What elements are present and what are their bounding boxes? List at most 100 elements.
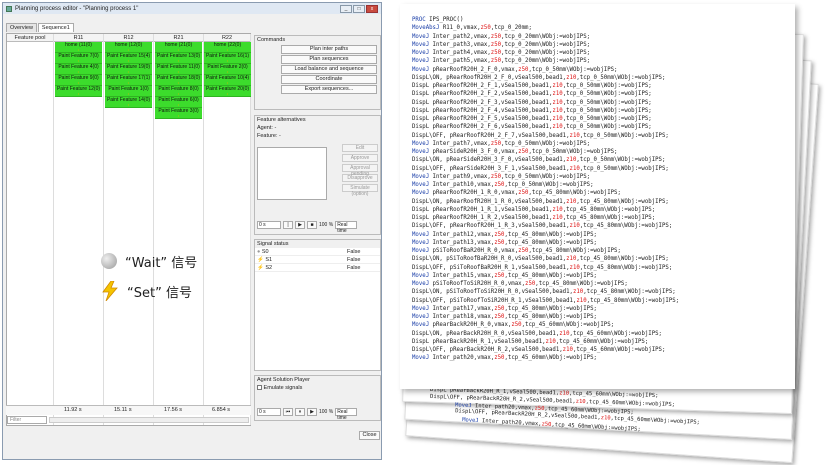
plan-sequences-button[interactable]: Plan sequences bbox=[281, 55, 377, 64]
signal-dot-icon: • bbox=[177, 47, 180, 52]
signal-dot-icon: • bbox=[77, 47, 80, 52]
sequence-cell[interactable]: Paint Feature 14(0) • bbox=[105, 97, 152, 108]
sequence-cell[interactable]: home (22(0) • bbox=[204, 42, 251, 53]
legend-set-label: “Set” 信号 bbox=[127, 285, 192, 301]
signal-dot-icon: • bbox=[177, 91, 180, 96]
column-r21: R21 home (21(0) • Paint Feature 13(0) • Pain… bbox=[154, 34, 204, 425]
agent-mode-select[interactable]: Real time bbox=[335, 408, 358, 421]
agent-play-button[interactable]: ▶ bbox=[307, 408, 317, 416]
code-line: MoveJ Inter_path2,vmax,z50,tcp_0_20mm\WO… bbox=[412, 33, 591, 40]
sequence-cell[interactable]: Paint Feature 8(0) • bbox=[155, 86, 202, 97]
code-line: MoveJ Inter_path18,vmax,z50,tcp_45_80mm\… bbox=[412, 314, 597, 320]
signal-dot-icon: • bbox=[127, 47, 130, 52]
legend-wait-row: “Wait” 信号 bbox=[101, 246, 197, 276]
sequence-cell[interactable]: Paint Feature 19(0) • bbox=[105, 64, 152, 75]
sequence-cell[interactable]: home (11(0) • bbox=[55, 42, 102, 53]
signal-dot-icon: • bbox=[177, 69, 180, 74]
feature-alternatives-title: Feature alternatives bbox=[257, 117, 306, 123]
export-sequences-button[interactable]: Export sequences... bbox=[281, 85, 377, 94]
signal-dot-icon: • bbox=[177, 113, 180, 118]
close-button[interactable]: Close bbox=[359, 431, 380, 440]
code-line: DispL pRearRoofR20H_2_F_4,vSeal500,bead1… bbox=[412, 107, 652, 114]
filter-input[interactable]: Filter bbox=[7, 416, 47, 424]
sequence-cell[interactable]: Paint Feature 15(4) • bbox=[105, 53, 152, 64]
code-line: MoveJ Inter_path4,vmax,z50,tcp_0_20mm\WO… bbox=[412, 50, 591, 56]
code-line: DispL\OFF, pRearRoofR20H_1_R_3,vSeal500,… bbox=[412, 223, 673, 230]
signal-value: False bbox=[347, 257, 361, 263]
signal-legend: “Wait” 信号 “Set” 信号 bbox=[101, 246, 197, 306]
horizontal-scrollbar[interactable] bbox=[49, 417, 249, 423]
agent-rewind-button[interactable]: ⏮ bbox=[283, 408, 293, 416]
code-line: MoveJ Inter_path10,vmax,z50,tcp_0_50mm\W… bbox=[412, 182, 594, 188]
code-line: DispL pRearRoofR20H_2_F_1,vSeal500,bead1… bbox=[412, 83, 652, 89]
time-field[interactable]: 0 s bbox=[257, 221, 281, 229]
sequence-cell[interactable]: Paint Feature 20(0) • bbox=[204, 86, 251, 97]
code-line: MoveJ Inter_path13,vmax,z50,tcp_45_80mm\… bbox=[412, 239, 597, 246]
code-line: DispL\OFF, pRearRoofR20H_2_F_7,vSeal500,… bbox=[412, 132, 669, 139]
tab-overview[interactable]: Overview bbox=[6, 23, 37, 32]
agent-time-field[interactable]: 0 s bbox=[257, 408, 281, 416]
close-window-button[interactable]: x bbox=[366, 4, 378, 13]
sequence-cell[interactable]: Paint Feature 11(0) • bbox=[155, 64, 202, 75]
alternatives-list[interactable] bbox=[257, 147, 327, 200]
tab-sequence1[interactable]: Sequence1 bbox=[37, 23, 74, 32]
agent-row: Agent: - bbox=[255, 124, 380, 132]
edit-button[interactable]: Edit bbox=[342, 144, 378, 152]
sequence-cell[interactable]: Paint Feature 18(0) • bbox=[155, 75, 202, 86]
wait-signal-icon bbox=[101, 253, 117, 269]
simulate-option-button[interactable]: Simulate (option) bbox=[342, 184, 378, 197]
stop-button[interactable]: ■ bbox=[307, 221, 317, 229]
sequence-cell[interactable]: Paint Feature 3(0) • bbox=[155, 108, 202, 119]
disapprove-button[interactable]: Disapprove bbox=[342, 174, 378, 182]
signal-dot-icon: • bbox=[177, 58, 180, 63]
sequence-cell[interactable]: Paint Feature 17(1) • bbox=[105, 75, 152, 86]
agent-pause-button[interactable]: ⏸ bbox=[295, 408, 305, 416]
code-line: DispL\ON, pRearRoofR20H_1_R_0,vSeal500,b… bbox=[412, 198, 669, 205]
sequence-cell[interactable]: Paint Feature 7(0) • bbox=[55, 53, 102, 64]
play-button[interactable]: ▶ bbox=[295, 221, 305, 229]
emulate-signals-row: Emulate signals bbox=[255, 384, 380, 392]
signal-row[interactable]: ⚡ S2 False bbox=[255, 264, 380, 272]
emulate-signals-label: Emulate signals bbox=[263, 385, 303, 391]
sequence-cell[interactable]: Paint Feature 16(1) • bbox=[204, 53, 251, 64]
sequence-cell[interactable]: Paint Feature 6(0) • bbox=[155, 97, 202, 108]
cycle-time-r12: 15.11 s bbox=[114, 407, 132, 413]
sequence-cell[interactable]: Paint Feature 9(0) • bbox=[55, 75, 102, 86]
signal-list: ● S0 False ⚡ S1 False ⚡ S2 False bbox=[255, 248, 380, 272]
lightning-icon: ⚡ bbox=[257, 265, 264, 271]
sequence-cell[interactable]: home (21(0) • bbox=[155, 42, 202, 53]
emulate-signals-checkbox[interactable] bbox=[257, 385, 262, 391]
cycle-time-r22: 6.854 s bbox=[212, 407, 231, 413]
signal-row[interactable]: ● S0 False bbox=[255, 248, 380, 256]
sequence-cell[interactable]: home (12(0) • bbox=[105, 42, 152, 53]
approve-button[interactable]: Approve bbox=[342, 154, 378, 162]
approval-pending-button[interactable]: Approval pending bbox=[342, 164, 378, 177]
code-line: MoveJ Inter_path5,vmax,z50,tcp_0_20mm\WO… bbox=[412, 58, 591, 65]
minimize-button[interactable]: _ bbox=[340, 4, 352, 13]
sequence-cell[interactable]: Paint Feature 4(0) • bbox=[55, 64, 102, 75]
sequence-cell[interactable]: Paint Feature 13(0) • bbox=[155, 53, 202, 64]
sequence-cell[interactable]: Paint Feature 12(0) • bbox=[55, 86, 102, 97]
load-balance-button[interactable]: Load balance and sequence bbox=[281, 65, 377, 74]
mode-select[interactable]: Real time bbox=[335, 221, 358, 234]
code-line: DispL\ON, pSiToRoofToSiR20H_R_0,vSeal500… bbox=[412, 289, 676, 296]
maximize-button[interactable]: □ bbox=[353, 4, 365, 13]
sequence-cell[interactable]: Paint Feature 1(0) • bbox=[105, 86, 152, 97]
signal-dot-icon: • bbox=[226, 47, 229, 52]
code-line: MoveJ Inter_path17,vmax,z50,tcp_45_80mm\… bbox=[412, 305, 597, 312]
plan-inter-paths-button[interactable]: Plan inter paths bbox=[281, 45, 377, 54]
feature-value: - bbox=[279, 133, 281, 139]
code-line: MoveJ pRearRoofR20H_2_F_0,vmax,z50,tcp_0… bbox=[412, 66, 618, 73]
sequence-cell[interactable]: Paint Feature 10(4) • bbox=[204, 75, 251, 86]
code-line: DispL pRearRoofR20H_2_F_5,vSeal500,bead1… bbox=[412, 116, 652, 122]
code-line: DispL pRearRoofR20H_1_R_1,vSeal500,bead1… bbox=[412, 206, 656, 213]
signal-row[interactable]: ⚡ S1 False bbox=[255, 256, 380, 264]
coordinate-button[interactable]: Coordinate bbox=[281, 75, 377, 84]
agent-solution-player-group: Agent Solution Player Emulate signals 0 … bbox=[254, 375, 381, 421]
code-line: PROC IPS_PROC() bbox=[412, 17, 464, 23]
code-line: DispL\OFF, pSiToRoofBaR20H_R_1,vSeal500,… bbox=[412, 264, 673, 271]
signal-dot-icon: • bbox=[77, 91, 80, 96]
window-title: Planning process editor - "Planning proc… bbox=[15, 5, 139, 12]
step-back-button[interactable]: | bbox=[283, 221, 293, 229]
sequence-cell[interactable]: Paint Feature 2(0) • bbox=[204, 64, 251, 75]
